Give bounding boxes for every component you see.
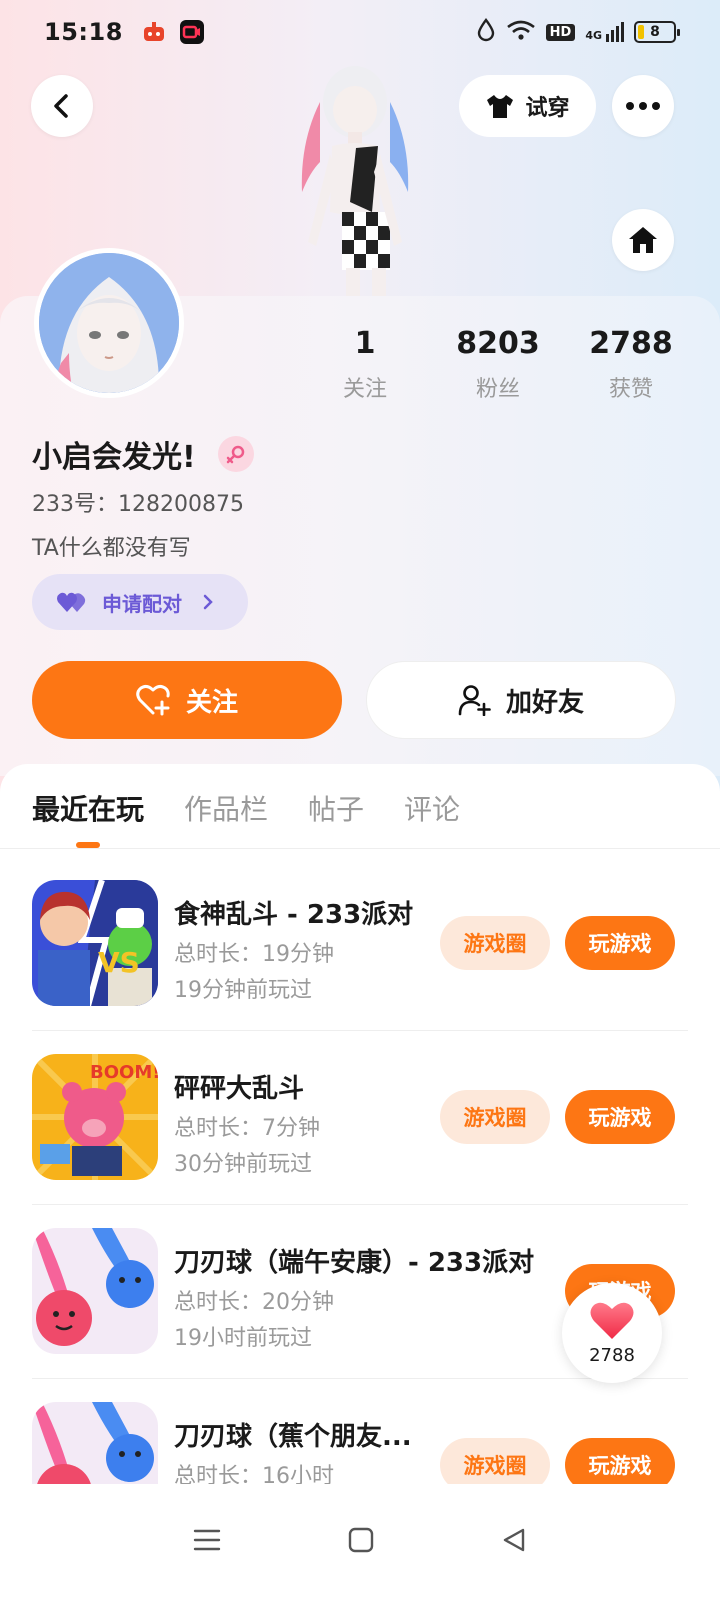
add-friend-button[interactable]: 加好友	[366, 661, 676, 739]
user-bio: TA什么都没有写	[32, 536, 191, 561]
svg-text:BOOM!: BOOM!	[90, 1062, 158, 1083]
stat-following[interactable]: 1 关注	[310, 326, 420, 403]
list-item[interactable]: VS 食神乱斗 - 233派对 总时长：19分钟 19分钟前玩过 游戏圈 玩游戏	[32, 880, 688, 1010]
svg-text:VS: VS	[98, 946, 140, 979]
follow-label: 关注	[185, 687, 238, 718]
tab-comments[interactable]: 评论	[404, 788, 460, 828]
more-button[interactable]	[612, 75, 674, 137]
back-button[interactable]	[31, 75, 93, 137]
status-bar: 15:18 HD 4G 8	[0, 0, 720, 64]
like-count: 2788	[589, 1344, 635, 1366]
wifi-icon	[506, 19, 536, 45]
try-on-button[interactable]: 试穿	[459, 75, 596, 137]
battery-level: 8	[650, 24, 660, 40]
game-duration: 总时长：19分钟	[174, 942, 334, 967]
game-duration: 总时长：16小时	[174, 1464, 334, 1484]
data-saver-icon	[476, 18, 496, 46]
list-item[interactable]: BOOM! 砰砰大乱斗 总时长：7分钟 30分钟前玩过 游戏圈 玩游戏	[32, 1054, 688, 1184]
avatar[interactable]	[34, 248, 184, 398]
divider	[32, 1204, 688, 1205]
battery-icon: 8	[634, 21, 680, 43]
blade-ball-game-icon[interactable]	[32, 1228, 158, 1354]
game-last-played: 30分钟前玩过	[174, 1152, 312, 1177]
game-title: 砰砰大乱斗	[174, 1074, 305, 1104]
home-icon	[629, 227, 657, 253]
heart-icon	[590, 1302, 634, 1339]
play-game-button[interactable]: 玩游戏	[565, 916, 675, 970]
game-title: 刀刃球（蕉个朋友...	[174, 1422, 412, 1452]
notification-app-icon	[141, 19, 167, 45]
stat-fans[interactable]: 8203 粉丝	[443, 326, 553, 403]
user-id: 233号：128200875	[32, 492, 244, 517]
follow-button[interactable]: 关注	[32, 661, 342, 739]
stat-fans-label: 粉丝	[475, 377, 520, 402]
home-button[interactable]	[612, 209, 674, 271]
stat-likes[interactable]: 2788 获赞	[576, 326, 686, 403]
status-time: 15:18	[44, 18, 123, 46]
network-type: 4G	[585, 29, 602, 42]
back-arrow-icon	[54, 94, 68, 118]
tshirt-icon	[487, 95, 514, 118]
blade-ball-game-icon[interactable]	[32, 1402, 158, 1484]
3d-avatar-figure[interactable]	[280, 62, 430, 298]
game-title: 食神乱斗 - 233派对	[174, 900, 414, 930]
chef-fight-game-icon[interactable]: VS	[32, 880, 158, 1006]
profile-name: 小启会发光!	[32, 440, 196, 475]
add-user-icon	[458, 685, 491, 716]
tab-recently-played[interactable]: 最近在玩	[32, 788, 144, 828]
game-title: 刀刃球（端午安康）- 233派对	[174, 1248, 535, 1278]
chevron-right-icon	[203, 594, 213, 610]
back-triangle-icon[interactable]	[501, 1527, 527, 1557]
game-duration: 总时长：20分钟	[174, 1290, 334, 1315]
stat-likes-label: 获赞	[608, 377, 653, 402]
recording-app-icon	[179, 19, 205, 45]
signal-icon: 4G	[585, 22, 624, 42]
play-game-button[interactable]: 玩游戏	[565, 1438, 675, 1484]
like-float-button[interactable]: 2788	[562, 1283, 662, 1383]
stat-following-num: 1	[354, 326, 376, 361]
play-game-button[interactable]: 玩游戏	[565, 1090, 675, 1144]
list-item[interactable]: 刀刃球（蕉个朋友... 总时长：16小时 游戏圈 玩游戏	[32, 1402, 688, 1484]
tabs-divider	[0, 848, 720, 849]
boom-bear-game-icon[interactable]: BOOM!	[32, 1054, 158, 1180]
home-square-icon[interactable]	[348, 1527, 374, 1557]
tab-posts[interactable]: 帖子	[308, 788, 364, 828]
system-nav-bar	[0, 1484, 720, 1600]
hd-badge: HD	[545, 23, 576, 41]
try-on-label: 试穿	[525, 96, 570, 121]
profile-name-row: 小启会发光!	[32, 432, 254, 476]
game-circle-button[interactable]: 游戏圈	[440, 1438, 550, 1484]
menu-icon[interactable]	[193, 1528, 221, 1556]
more-dots-icon	[626, 102, 660, 110]
stat-likes-num: 2788	[589, 326, 673, 361]
stat-following-label: 关注	[342, 377, 387, 402]
profile-tabs: 最近在玩 作品栏 帖子 评论	[32, 788, 460, 828]
divider	[32, 1030, 688, 1031]
pair-request-label: 申请配对	[102, 591, 182, 616]
pair-request-button[interactable]: 申请配对	[32, 574, 248, 630]
game-circle-button[interactable]: 游戏圈	[440, 916, 550, 970]
game-last-played: 19小时前玩过	[174, 1326, 312, 1351]
heart-plus-icon	[136, 684, 170, 716]
game-duration: 总时长：7分钟	[174, 1116, 320, 1141]
double-heart-icon	[57, 592, 86, 612]
game-last-played: 19分钟前玩过	[174, 978, 312, 1003]
stat-fans-num: 8203	[456, 326, 540, 361]
female-gender-icon	[217, 436, 254, 472]
game-circle-button[interactable]: 游戏圈	[440, 1090, 550, 1144]
add-friend-label: 加好友	[505, 687, 584, 718]
tab-works[interactable]: 作品栏	[184, 788, 268, 828]
